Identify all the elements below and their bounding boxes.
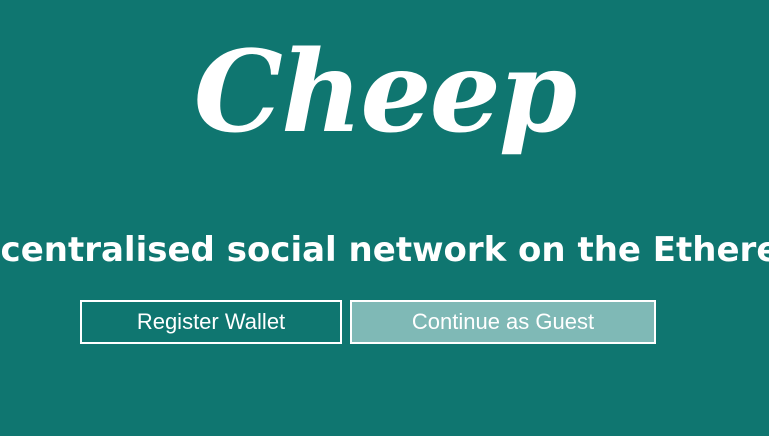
landing-page: Cheep A decentralised social network on … (0, 0, 769, 436)
cheep-logo: Cheep (193, 27, 577, 158)
tagline: A decentralised social network on the Et… (0, 230, 769, 270)
register-wallet-button[interactable]: Register Wallet (80, 300, 342, 344)
continue-as-guest-button[interactable]: Continue as Guest (350, 300, 656, 344)
tagline-container: A decentralised social network on the Et… (0, 226, 769, 276)
